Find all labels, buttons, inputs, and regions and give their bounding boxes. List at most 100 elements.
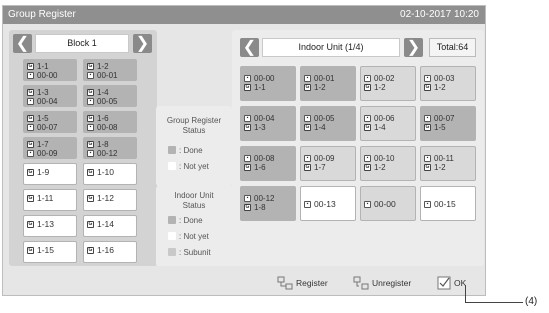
register-icon bbox=[277, 276, 293, 290]
cell-row: G 1-2 bbox=[304, 83, 352, 92]
unregister-button[interactable]: Unregister bbox=[353, 273, 411, 293]
cell-text: 1-5 bbox=[434, 123, 446, 132]
cell-row: ▪ 00-09 bbox=[27, 149, 73, 158]
group-cell[interactable]: G 1-10 bbox=[83, 163, 137, 185]
legend-done-label: : Done bbox=[179, 146, 203, 155]
cell-text: 1-4 bbox=[374, 123, 386, 132]
datetime: 02-10-2017 10:20 bbox=[400, 9, 479, 20]
group-cell[interactable]: G 1-2 ▪ 00-01 bbox=[83, 59, 137, 81]
group-cell[interactable]: G 1-4 ▪ 00-05 bbox=[83, 85, 137, 107]
cell-text: 1-5 bbox=[37, 114, 49, 123]
group-cell[interactable]: G 1-15 bbox=[23, 241, 77, 263]
group-icon: G bbox=[244, 204, 251, 211]
cell-row: G 1-7 bbox=[27, 140, 73, 149]
subunit-swatch bbox=[168, 248, 176, 256]
unit-cell[interactable]: ▪ 00-04 G 1-3 bbox=[240, 106, 296, 141]
cell-text: 1-4 bbox=[314, 123, 326, 132]
group-cell[interactable]: G 1-14 bbox=[83, 215, 137, 237]
group-icon: G bbox=[364, 164, 371, 171]
cell-text: 00-09 bbox=[314, 154, 335, 163]
cell-text: 00-12 bbox=[254, 194, 275, 203]
cell-row: G 1-13 bbox=[27, 218, 73, 231]
indoor-legend-done-label: : Done bbox=[179, 216, 203, 225]
unit-cell[interactable]: ▪ 00-03 G 1-2 bbox=[420, 66, 476, 101]
cell-text: 1-1 bbox=[254, 83, 266, 92]
ok-button[interactable]: OK bbox=[437, 273, 466, 293]
title-bar: Group Register 02-10-2017 10:20 bbox=[3, 6, 485, 24]
cell-text: 00-04 bbox=[37, 97, 58, 106]
group-icon: G bbox=[27, 195, 34, 202]
unit-cell[interactable]: ▪ 00-12 G 1-8 bbox=[240, 186, 296, 221]
page-label: Indoor Unit (1/4) bbox=[262, 38, 400, 57]
group-icon: G bbox=[304, 84, 311, 91]
cell-text: 1-8 bbox=[97, 140, 109, 149]
unit-cell[interactable]: ▪ 00-00 bbox=[360, 186, 416, 221]
callout-leader-horizontal bbox=[465, 302, 523, 303]
group-cell[interactable]: G 1-16 bbox=[83, 241, 137, 263]
indoor-unit-icon: ▪ bbox=[364, 75, 371, 82]
checkmark-icon bbox=[437, 276, 451, 290]
cell-row: G 1-10 bbox=[87, 166, 133, 179]
cell-text: 00-10 bbox=[374, 154, 395, 163]
unit-cell[interactable]: ▪ 00-02 G 1-2 bbox=[360, 66, 416, 101]
cell-text: 00-03 bbox=[434, 74, 455, 83]
cell-row: G 1-5 bbox=[424, 123, 472, 132]
cell-row: ▪ 00-00 bbox=[364, 198, 412, 211]
group-cell[interactable]: G 1-8 ▪ 00-12 bbox=[83, 137, 137, 159]
indoor-unit-icon: ▪ bbox=[364, 115, 371, 122]
cell-row: G 1-6 bbox=[87, 114, 133, 123]
callout-leader-vertical bbox=[465, 285, 466, 303]
group-cell[interactable]: G 1-11 bbox=[23, 189, 77, 211]
indoor-unit-icon: ▪ bbox=[424, 155, 431, 162]
group-cell[interactable]: G 1-13 bbox=[23, 215, 77, 237]
group-cell[interactable]: G 1-6 ▪ 00-08 bbox=[83, 111, 137, 133]
group-icon: G bbox=[244, 164, 251, 171]
group-icon: G bbox=[27, 169, 34, 176]
indoor-legend-title-line2: Status bbox=[182, 201, 206, 210]
cell-text: 1-10 bbox=[97, 167, 115, 177]
unit-cell[interactable]: ▪ 00-10 G 1-2 bbox=[360, 146, 416, 181]
done-swatch bbox=[168, 216, 176, 224]
unit-cell[interactable]: ▪ 00-15 bbox=[420, 186, 476, 221]
cell-text: 1-9 bbox=[37, 167, 50, 177]
group-icon: G bbox=[244, 84, 251, 91]
unit-cell[interactable]: ▪ 00-07 G 1-5 bbox=[420, 106, 476, 141]
group-cell[interactable]: G 1-1 ▪ 00-00 bbox=[23, 59, 77, 81]
cell-text: 1-12 bbox=[97, 193, 115, 203]
unit-cell[interactable]: ▪ 00-06 G 1-4 bbox=[360, 106, 416, 141]
cell-row: G 1-2 bbox=[424, 163, 472, 172]
unit-cell[interactable]: ▪ 00-11 G 1-2 bbox=[420, 146, 476, 181]
cell-text: 1-7 bbox=[314, 163, 326, 172]
prev-page-button[interactable]: ❮ bbox=[240, 38, 259, 57]
unit-cell[interactable]: ▪ 00-01 G 1-2 bbox=[300, 66, 356, 101]
group-cell[interactable]: G 1-3 ▪ 00-04 bbox=[23, 85, 77, 107]
unit-cell[interactable]: ▪ 00-13 bbox=[300, 186, 356, 221]
unit-cell[interactable]: ▪ 00-05 G 1-4 bbox=[300, 106, 356, 141]
unit-cell[interactable]: ▪ 00-00 G 1-1 bbox=[240, 66, 296, 101]
unit-cell[interactable]: ▪ 00-08 G 1-6 bbox=[240, 146, 296, 181]
not-yet-swatch bbox=[168, 162, 176, 170]
next-block-button[interactable]: ❯ bbox=[133, 34, 152, 53]
group-legend-title: Group Register Status bbox=[156, 116, 232, 136]
indoor-unit-icon: ▪ bbox=[87, 150, 94, 157]
group-cell[interactable]: G 1-5 ▪ 00-07 bbox=[23, 111, 77, 133]
cell-row: ▪ 00-08 bbox=[244, 154, 292, 163]
cell-row: ▪ 00-01 bbox=[304, 74, 352, 83]
cell-row: ▪ 00-07 bbox=[424, 114, 472, 123]
register-button[interactable]: Register bbox=[277, 273, 328, 293]
indoor-unit-icon: ▪ bbox=[424, 75, 431, 82]
group-cell[interactable]: G 1-9 bbox=[23, 163, 77, 185]
group-icon: G bbox=[87, 169, 94, 176]
group-cell[interactable]: G 1-12 bbox=[83, 189, 137, 211]
cell-row: ▪ 00-05 bbox=[304, 114, 352, 123]
cell-row: ▪ 00-02 bbox=[364, 74, 412, 83]
next-page-button[interactable]: ❯ bbox=[404, 38, 423, 57]
prev-block-button[interactable]: ❮ bbox=[13, 34, 32, 53]
cell-row: G 1-4 bbox=[87, 88, 133, 97]
group-icon: G bbox=[424, 164, 431, 171]
group-cell[interactable]: G 1-7 ▪ 00-09 bbox=[23, 137, 77, 159]
cell-text: 00-00 bbox=[37, 71, 58, 80]
group-icon: G bbox=[87, 63, 94, 70]
group-icon: G bbox=[27, 115, 34, 122]
unit-cell[interactable]: ▪ 00-09 G 1-7 bbox=[300, 146, 356, 181]
